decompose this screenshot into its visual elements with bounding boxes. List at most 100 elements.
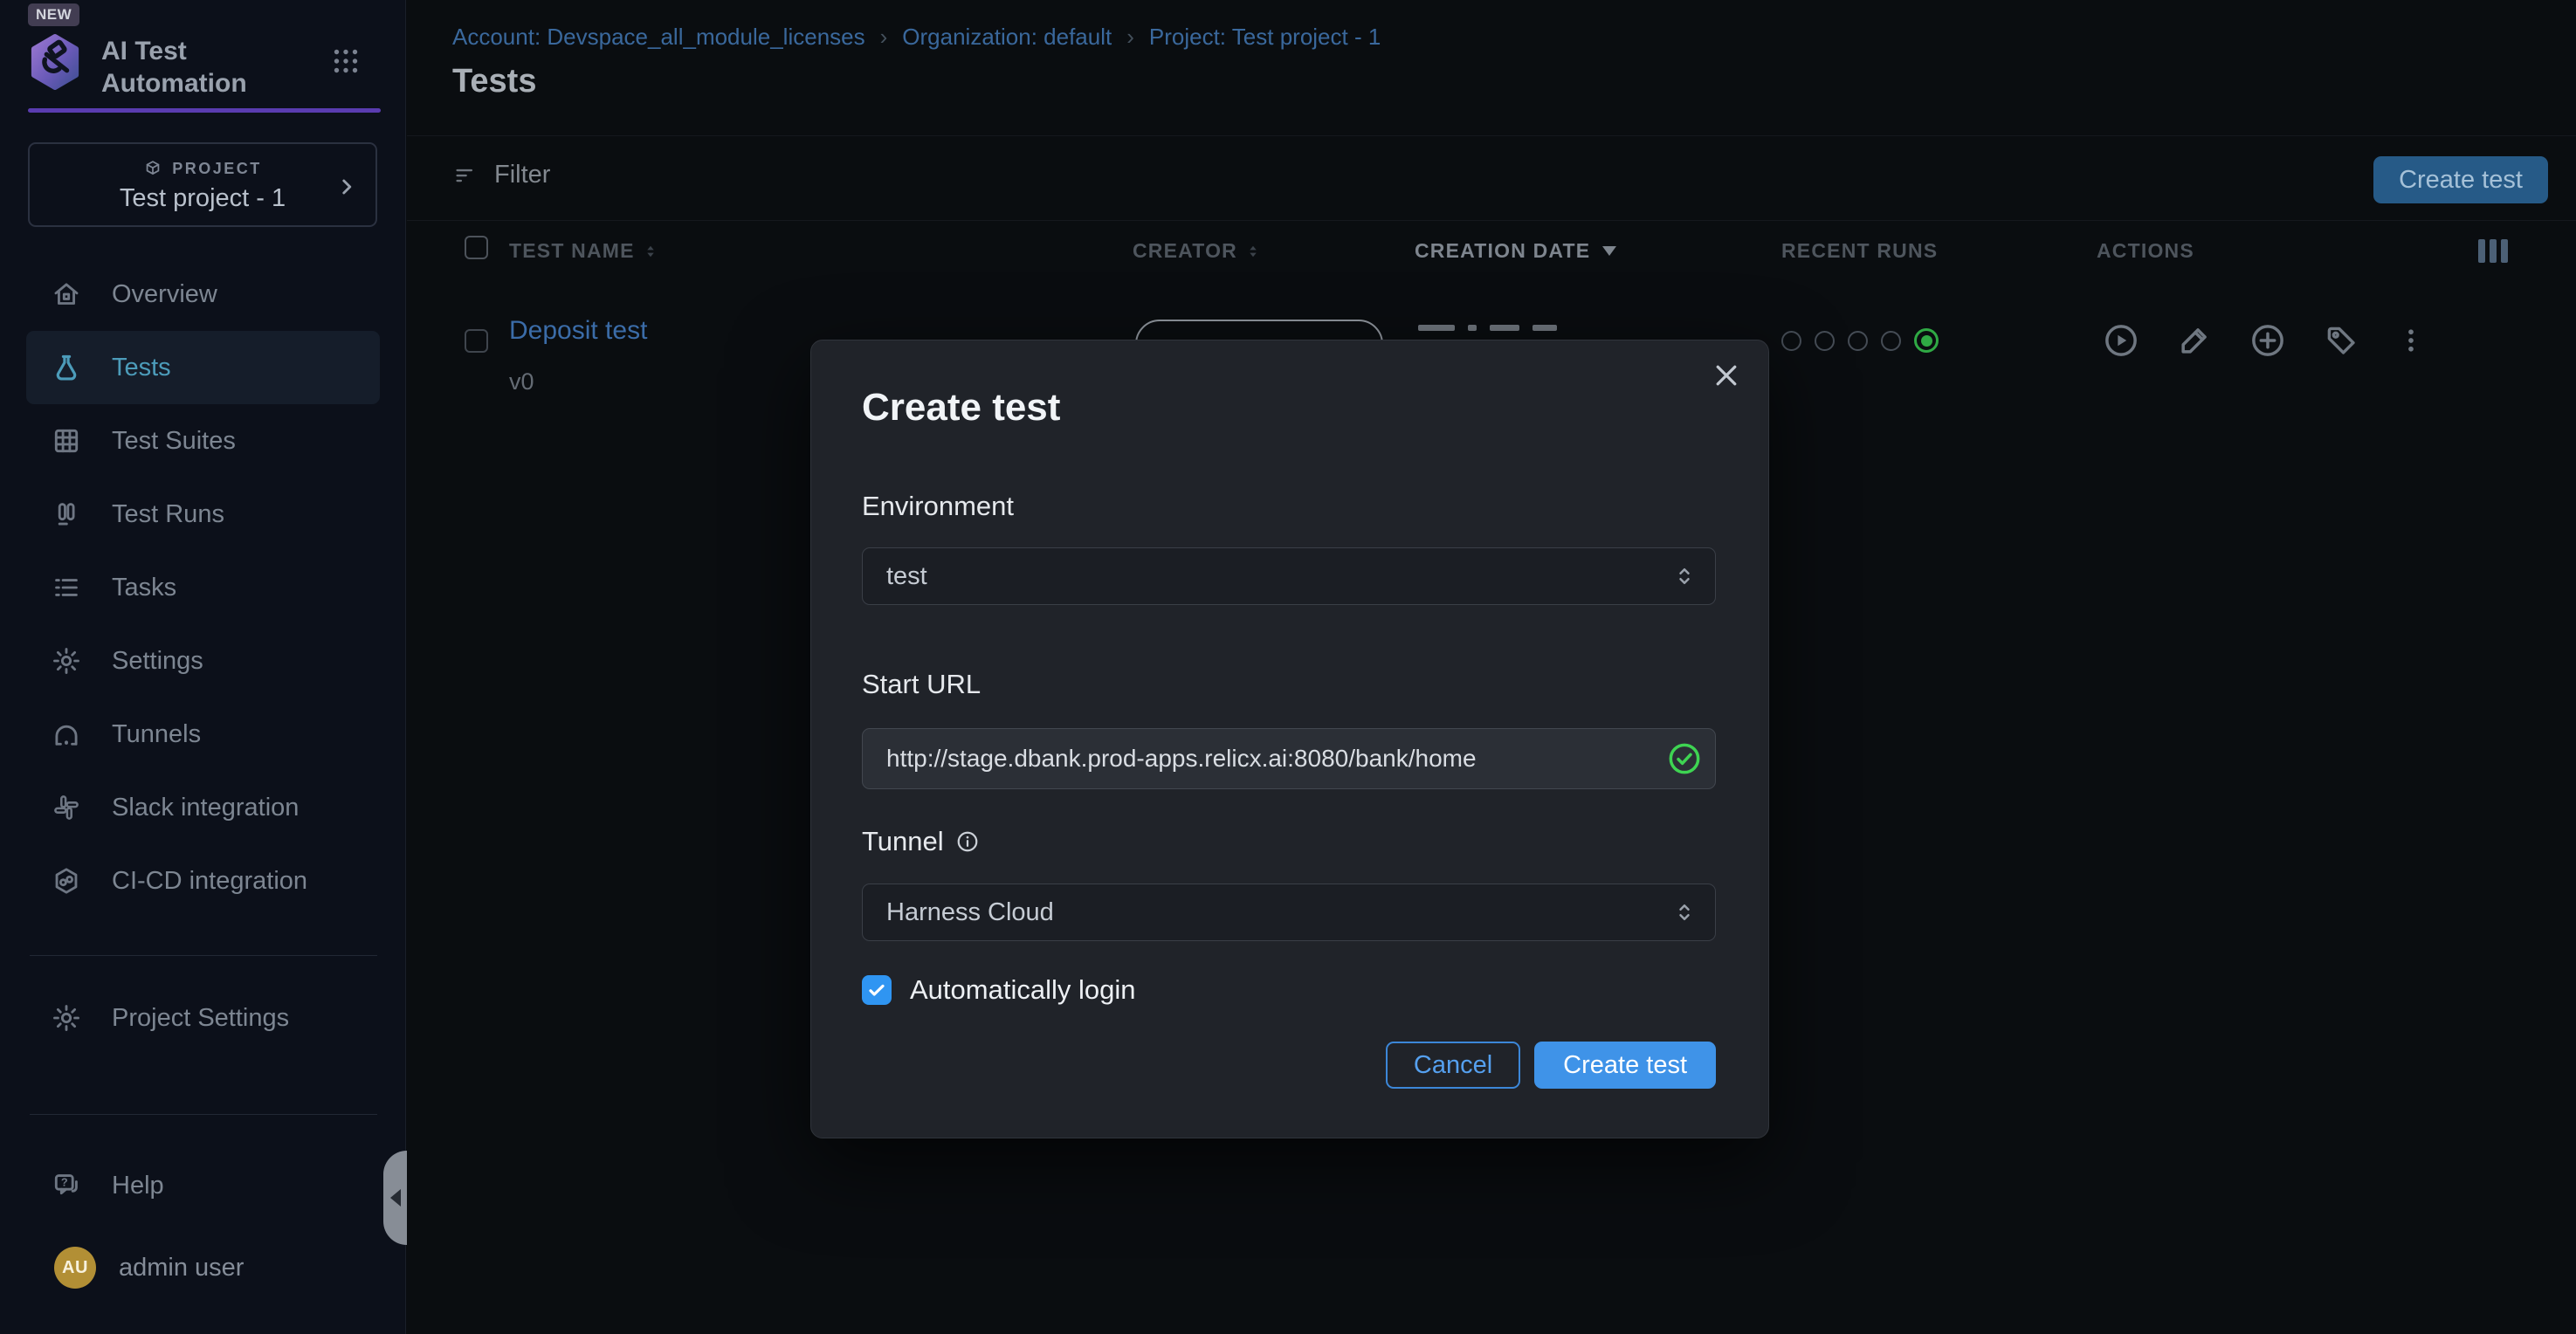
tag-icon[interactable]	[2322, 321, 2360, 360]
column-header-creation-date[interactable]: CREATION DATE	[1415, 239, 1616, 263]
sidebar-item-settings[interactable]: Settings	[26, 624, 380, 698]
sidebar-nav: Overview Tests Test Suites Test Runs	[26, 258, 380, 918]
tunnel-label-row: Tunnel	[862, 826, 980, 857]
sidebar-item-label: Help	[112, 1172, 164, 1200]
modal-title: Create test	[862, 386, 1060, 430]
create-test-modal: Create test Environment test Start URL T…	[810, 340, 1769, 1138]
app-switcher-grid-icon[interactable]	[330, 45, 362, 77]
test-version: v0	[509, 368, 534, 395]
run-status-empty-icon[interactable]	[1815, 331, 1835, 351]
app-title-line2: Automation	[101, 67, 247, 100]
column-settings-icon[interactable]	[2478, 239, 2508, 263]
breadcrumb-project-link[interactable]: Project: Test project - 1	[1149, 24, 1381, 51]
recent-runs-cell	[1781, 328, 1939, 353]
column-header-label: ACTIONS	[2097, 239, 2194, 263]
sidebar-item-cicd-integration[interactable]: CI-CD integration	[26, 844, 380, 918]
sidebar-item-label: Slack integration	[112, 794, 299, 822]
project-name: Test project - 1	[30, 184, 375, 213]
sidebar-item-help[interactable]: ? Help	[26, 1149, 380, 1222]
row-actions	[2102, 321, 2427, 360]
sort-icon	[1244, 240, 1262, 263]
start-url-field-wrap	[862, 728, 1716, 789]
sidebar-item-tasks[interactable]: Tasks	[26, 551, 380, 624]
close-icon[interactable]	[1711, 360, 1742, 391]
filter-label: Filter	[494, 161, 550, 189]
run-status-empty-icon[interactable]	[1848, 331, 1868, 351]
start-url-input[interactable]	[862, 728, 1716, 789]
filter-button[interactable]: Filter	[452, 161, 550, 189]
column-header-creator[interactable]: CREATOR	[1133, 239, 1262, 263]
cancel-button[interactable]: Cancel	[1386, 1042, 1520, 1089]
environment-label: Environment	[862, 491, 1014, 522]
sidebar-item-test-suites[interactable]: Test Suites	[26, 404, 380, 478]
column-header-test-name[interactable]: TEST NAME	[509, 239, 659, 263]
column-header-recent-runs: RECENT RUNS	[1781, 239, 1938, 263]
kebab-menu-icon[interactable]	[2395, 321, 2427, 360]
app-logo-icon	[28, 33, 82, 91]
breadcrumb-account-link[interactable]: Account: Devspace_all_module_licenses	[452, 24, 865, 51]
select-all-checkbox[interactable]	[465, 236, 488, 259]
sidebar-item-label: Settings	[112, 647, 203, 676]
page-title: Tests	[452, 63, 536, 100]
select-chevrons-icon	[1671, 897, 1698, 927]
avatar: AU	[54, 1247, 96, 1289]
project-selector[interactable]: PROJECT Test project - 1	[28, 142, 377, 227]
run-status-empty-icon[interactable]	[1781, 331, 1801, 351]
create-test-submit-button[interactable]: Create test	[1534, 1042, 1716, 1089]
run-status-empty-icon[interactable]	[1881, 331, 1901, 351]
environment-select[interactable]: test	[862, 547, 1716, 605]
add-plus-icon[interactable]	[2249, 321, 2287, 360]
column-header-actions: ACTIONS	[2097, 239, 2194, 263]
sidebar-item-label: CI-CD integration	[112, 867, 307, 896]
breadcrumb-separator: ›	[880, 24, 888, 51]
edit-pencil-icon[interactable]	[2175, 321, 2214, 360]
sort-icon	[642, 240, 659, 263]
create-test-button-toolbar[interactable]: Create test	[2373, 156, 2548, 203]
svg-text:?: ?	[61, 1176, 68, 1189]
tunnel-label: Tunnel	[862, 826, 944, 857]
app-window: NEW AI Test Automation	[0, 0, 2576, 1334]
sidebar-item-tests[interactable]: Tests	[26, 331, 380, 404]
select-chevrons-icon	[1671, 561, 1698, 591]
test-name-link[interactable]: Deposit test	[509, 316, 647, 346]
tunnel-value: Harness Cloud	[886, 898, 1054, 927]
sidebar-item-label: Tunnels	[112, 720, 201, 749]
check-icon	[866, 980, 887, 1000]
cicd-hexagon-link-icon	[51, 865, 82, 897]
sidebar-item-test-runs[interactable]: Test Runs	[26, 478, 380, 551]
gear-icon	[51, 645, 82, 677]
sidebar-item-label: Test Suites	[112, 427, 236, 456]
run-status-passed-icon[interactable]	[1914, 328, 1939, 353]
run-play-icon[interactable]	[2102, 321, 2140, 360]
column-header-label: TEST NAME	[509, 239, 635, 263]
sidebar-item-overview[interactable]: Overview	[26, 258, 380, 331]
auto-login-row[interactable]: Automatically login	[862, 974, 1135, 1006]
flask-icon	[51, 352, 82, 383]
user-name: admin user	[119, 1254, 244, 1282]
tunnel-icon	[51, 719, 82, 750]
sidebar-collapse-handle[interactable]	[383, 1151, 407, 1245]
tunnel-select[interactable]: Harness Cloud	[862, 884, 1716, 941]
row-checkbox[interactable]	[465, 329, 488, 353]
sidebar-item-label: Overview	[112, 280, 217, 309]
creation-date-occluded	[1418, 325, 1557, 331]
column-header-label: RECENT RUNS	[1781, 239, 1938, 263]
info-icon[interactable]	[955, 829, 980, 854]
sidebar-item-slack-integration[interactable]: Slack integration	[26, 771, 380, 844]
modal-actions: Cancel Create test	[1386, 1042, 1716, 1089]
filter-icon	[452, 162, 479, 189]
sidebar-item-project-settings[interactable]: Project Settings	[26, 981, 380, 1055]
user-menu[interactable]: AU admin user	[54, 1247, 244, 1289]
column-header-label: CREATION DATE	[1415, 239, 1590, 263]
auto-login-checkbox[interactable]	[862, 975, 892, 1005]
environment-value: test	[886, 562, 927, 591]
sidebar-divider	[30, 955, 377, 956]
sidebar-item-tunnels[interactable]: Tunnels	[26, 698, 380, 771]
columns-run-icon	[51, 499, 82, 530]
gear-icon	[51, 1002, 82, 1034]
breadcrumb-organization-link[interactable]: Organization: default	[902, 24, 1112, 51]
divider	[407, 220, 2576, 221]
sidebar-item-label: Test Runs	[112, 500, 224, 529]
home-icon	[51, 278, 82, 310]
start-url-label: Start URL	[862, 669, 981, 700]
